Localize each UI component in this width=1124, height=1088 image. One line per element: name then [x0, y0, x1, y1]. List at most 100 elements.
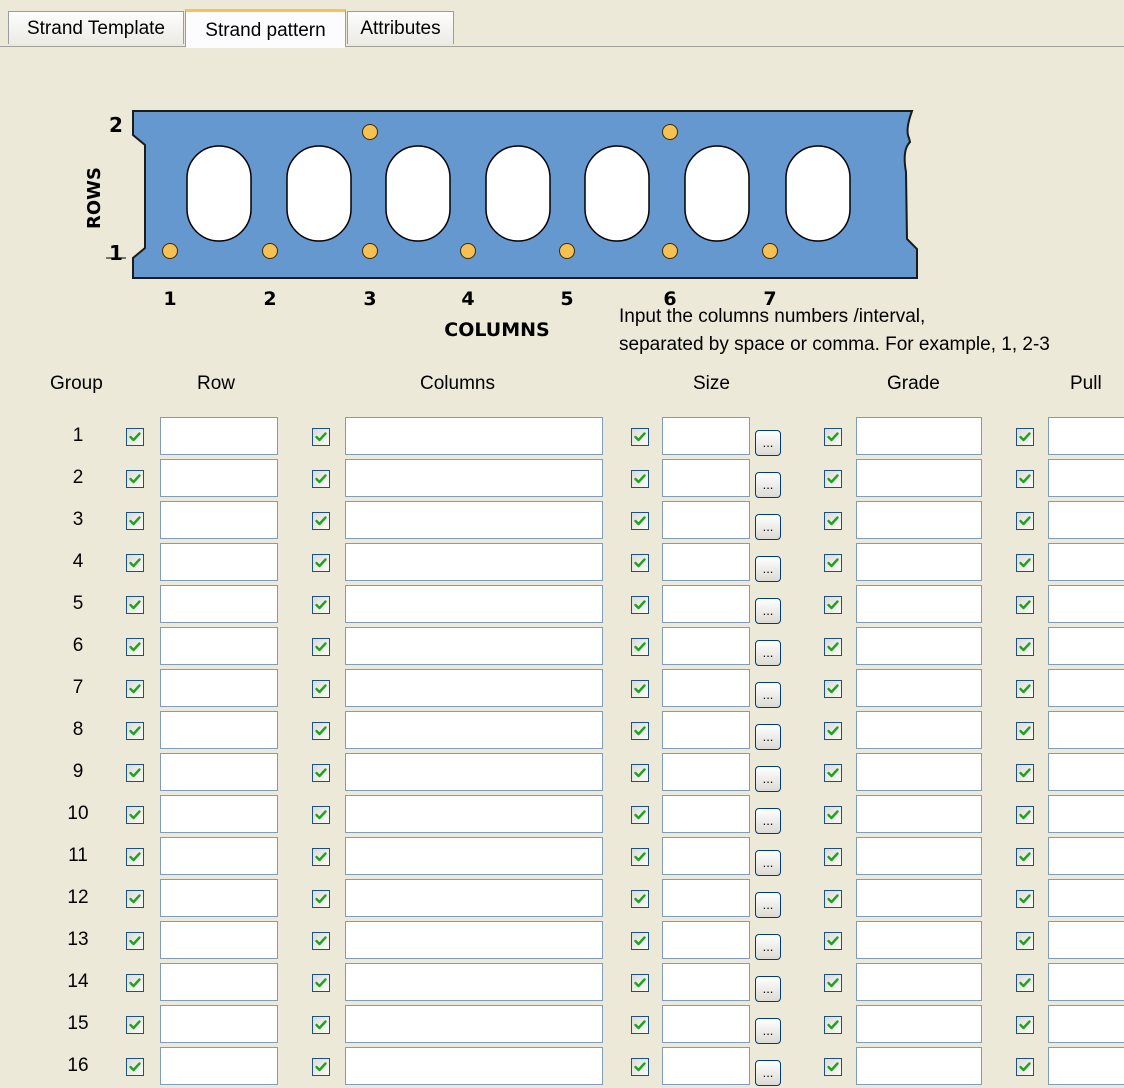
columns-checkbox[interactable]	[312, 596, 330, 614]
pull-input[interactable]	[1048, 963, 1124, 1001]
size-input[interactable]	[662, 543, 750, 581]
columns-input[interactable]	[345, 837, 603, 875]
pull-input[interactable]	[1048, 879, 1124, 917]
pull-input[interactable]	[1048, 1005, 1124, 1043]
pull-checkbox[interactable]	[1016, 974, 1034, 992]
columns-input[interactable]	[345, 963, 603, 1001]
columns-checkbox[interactable]	[312, 932, 330, 950]
grade-checkbox[interactable]	[824, 806, 842, 824]
size-browse-button[interactable]: ...	[755, 1018, 781, 1044]
pull-checkbox[interactable]	[1016, 722, 1034, 740]
tab-strand-template[interactable]: Strand Template	[8, 11, 184, 44]
columns-checkbox[interactable]	[312, 428, 330, 446]
pull-checkbox[interactable]	[1016, 890, 1034, 908]
columns-input[interactable]	[345, 501, 603, 539]
columns-checkbox[interactable]	[312, 806, 330, 824]
columns-input[interactable]	[345, 627, 603, 665]
size-checkbox[interactable]	[631, 1058, 649, 1076]
row-checkbox[interactable]	[126, 428, 144, 446]
pull-input[interactable]	[1048, 501, 1124, 539]
row-checkbox[interactable]	[126, 806, 144, 824]
pull-checkbox[interactable]	[1016, 470, 1034, 488]
grade-checkbox[interactable]	[824, 554, 842, 572]
grade-input[interactable]	[856, 963, 982, 1001]
row-checkbox[interactable]	[126, 1058, 144, 1076]
size-checkbox[interactable]	[631, 428, 649, 446]
columns-input[interactable]	[345, 543, 603, 581]
grade-input[interactable]	[856, 795, 982, 833]
size-input[interactable]	[662, 795, 750, 833]
columns-checkbox[interactable]	[312, 638, 330, 656]
grade-input[interactable]	[856, 417, 982, 455]
pull-checkbox[interactable]	[1016, 1058, 1034, 1076]
grade-checkbox[interactable]	[824, 932, 842, 950]
grade-input[interactable]	[856, 627, 982, 665]
size-checkbox[interactable]	[631, 764, 649, 782]
columns-checkbox[interactable]	[312, 1016, 330, 1034]
size-checkbox[interactable]	[631, 554, 649, 572]
row-input[interactable]	[160, 921, 278, 959]
row-input[interactable]	[160, 711, 278, 749]
size-browse-button[interactable]: ...	[755, 808, 781, 834]
columns-input[interactable]	[345, 879, 603, 917]
size-checkbox[interactable]	[631, 722, 649, 740]
grade-input[interactable]	[856, 585, 982, 623]
row-input[interactable]	[160, 417, 278, 455]
size-input[interactable]	[662, 837, 750, 875]
columns-input[interactable]	[345, 795, 603, 833]
pull-checkbox[interactable]	[1016, 638, 1034, 656]
columns-checkbox[interactable]	[312, 512, 330, 530]
size-input[interactable]	[662, 753, 750, 791]
row-checkbox[interactable]	[126, 848, 144, 866]
size-input[interactable]	[662, 501, 750, 539]
grade-checkbox[interactable]	[824, 890, 842, 908]
size-input[interactable]	[662, 921, 750, 959]
columns-input[interactable]	[345, 669, 603, 707]
grade-input[interactable]	[856, 501, 982, 539]
size-browse-button[interactable]: ...	[755, 1060, 781, 1086]
grade-checkbox[interactable]	[824, 1016, 842, 1034]
size-input[interactable]	[662, 459, 750, 497]
pull-checkbox[interactable]	[1016, 428, 1034, 446]
columns-checkbox[interactable]	[312, 470, 330, 488]
row-input[interactable]	[160, 879, 278, 917]
row-input[interactable]	[160, 459, 278, 497]
size-input[interactable]	[662, 711, 750, 749]
size-input[interactable]	[662, 1005, 750, 1043]
columns-input[interactable]	[345, 459, 603, 497]
grade-checkbox[interactable]	[824, 638, 842, 656]
size-browse-button[interactable]: ...	[755, 850, 781, 876]
columns-checkbox[interactable]	[312, 680, 330, 698]
size-checkbox[interactable]	[631, 638, 649, 656]
grade-input[interactable]	[856, 837, 982, 875]
row-input[interactable]	[160, 501, 278, 539]
row-checkbox[interactable]	[126, 932, 144, 950]
row-checkbox[interactable]	[126, 974, 144, 992]
size-browse-button[interactable]: ...	[755, 766, 781, 792]
grade-checkbox[interactable]	[824, 848, 842, 866]
columns-input[interactable]	[345, 1005, 603, 1043]
grade-input[interactable]	[856, 921, 982, 959]
grade-input[interactable]	[856, 753, 982, 791]
grade-input[interactable]	[856, 543, 982, 581]
pull-input[interactable]	[1048, 627, 1124, 665]
grade-input[interactable]	[856, 669, 982, 707]
size-input[interactable]	[662, 627, 750, 665]
row-checkbox[interactable]	[126, 890, 144, 908]
size-browse-button[interactable]: ...	[755, 472, 781, 498]
row-checkbox[interactable]	[126, 680, 144, 698]
pull-input[interactable]	[1048, 459, 1124, 497]
columns-checkbox[interactable]	[312, 974, 330, 992]
pull-checkbox[interactable]	[1016, 764, 1034, 782]
pull-checkbox[interactable]	[1016, 596, 1034, 614]
row-input[interactable]	[160, 1005, 278, 1043]
size-checkbox[interactable]	[631, 680, 649, 698]
columns-checkbox[interactable]	[312, 764, 330, 782]
pull-input[interactable]	[1048, 921, 1124, 959]
size-checkbox[interactable]	[631, 470, 649, 488]
grade-input[interactable]	[856, 1047, 982, 1085]
columns-checkbox[interactable]	[312, 1058, 330, 1076]
row-input[interactable]	[160, 837, 278, 875]
pull-checkbox[interactable]	[1016, 806, 1034, 824]
row-input[interactable]	[160, 1047, 278, 1085]
